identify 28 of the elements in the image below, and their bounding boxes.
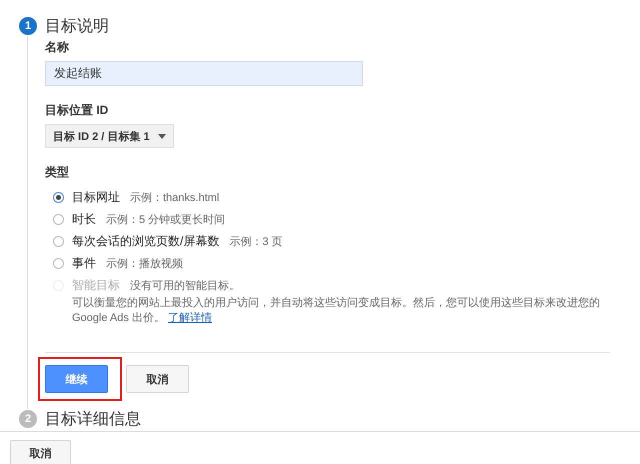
step-number: 1 [19,17,37,35]
step-title: 目标说明 [45,16,109,36]
option-label: 目标网址 [72,188,120,206]
option-description: 可以衡量您的网站上最投入的用户访问，并自动将这些访问变成目标。然后，您可以使用这些目标来改进您的 Google Ads 出价。 了解详情 [72,296,601,326]
option-example: 示例：5 分钟或更长时间 [106,212,226,226]
option-example: 没有可用的智能目标。 [130,278,240,292]
option-example: 示例：3 页 [229,234,283,248]
caret-icon [158,134,166,138]
step-number: 2 [19,410,37,428]
radio-button[interactable] [53,236,64,246]
field-label: 类型 [45,164,70,180]
cancel-button[interactable]: 取消 [10,440,71,464]
learn-more-link[interactable]: 了解详情 [168,312,212,324]
field-label: 名称 [45,39,70,55]
cancel-button[interactable]: 取消 [126,365,189,393]
option-example: 示例：播放视频 [106,256,183,270]
option-label: 智能目标 [72,276,120,294]
option-label: 时长 [72,210,96,228]
option-example: 示例：thanks.html [130,190,220,204]
radio-button[interactable] [53,192,64,202]
goal-slot-dropdown[interactable]: 目标 ID 2 / 目标集 1 [45,124,174,148]
radio-button[interactable] [53,258,64,268]
option-label: 每次会话的浏览页数/屏幕数 [72,232,220,250]
step-title: 目标详细信息 [45,410,141,430]
option-label: 事件 [72,254,96,272]
radio-button[interactable] [53,214,64,224]
field-label: 目标位置 ID [45,102,110,118]
name-input-field[interactable]: 发起结账 [45,61,363,86]
